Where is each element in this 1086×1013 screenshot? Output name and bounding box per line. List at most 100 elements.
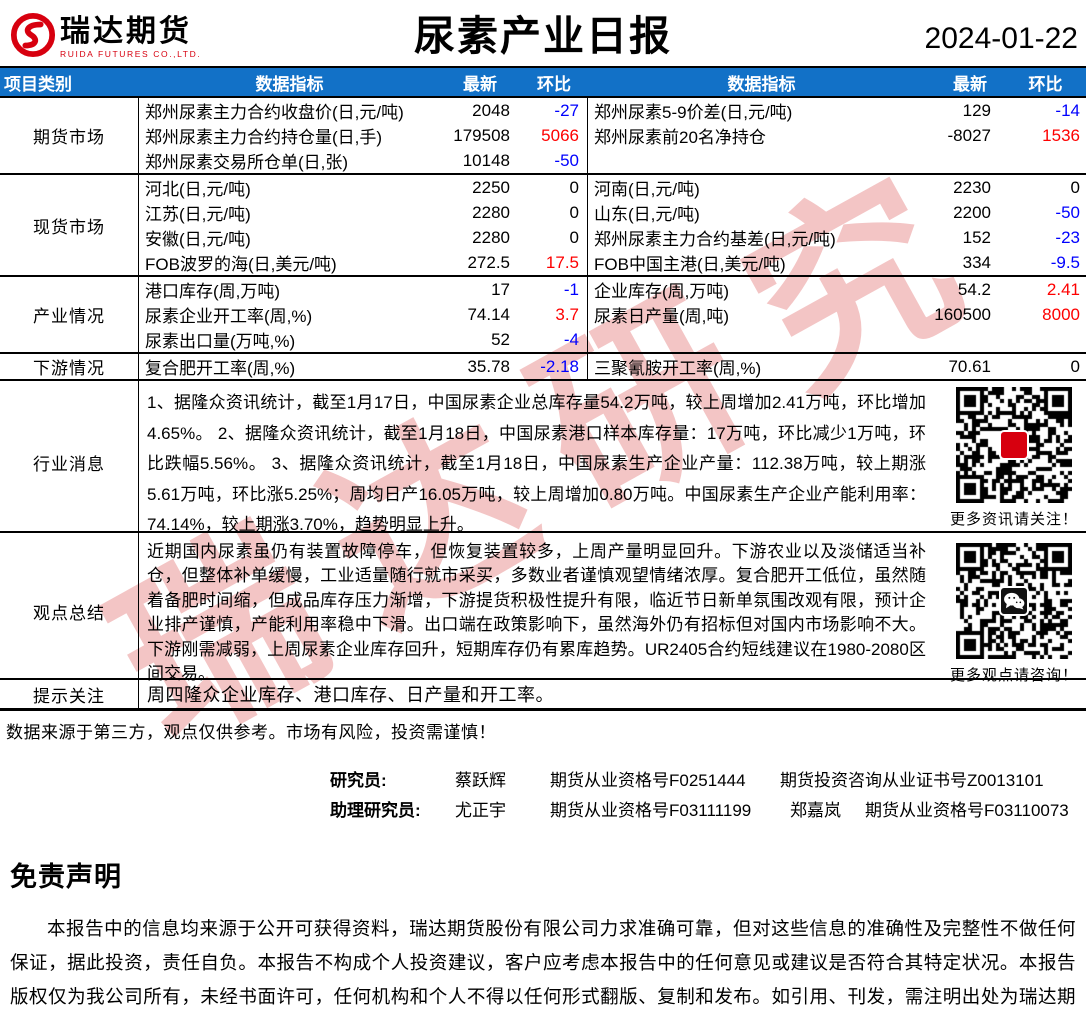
table-section-3: 下游情况复合肥开工率(周,%)35.78-2.18三聚氰胺开工率(周,%)70.… [0, 352, 1086, 379]
indicator-label: 郑州尿素前20名净持仓 [588, 123, 935, 148]
change-value: 0 [1005, 175, 1086, 200]
col-header-change-right: 环比 [1005, 68, 1086, 96]
latest-value: 10148 [440, 148, 520, 173]
col-header-latest-right: 最新 [935, 68, 1005, 96]
latest-value: 54.2 [935, 277, 1005, 302]
table-section-1: 现货市场河北(日,元/吨)22500河南(日,元/吨)22300江苏(日,元/吨… [0, 173, 1086, 275]
assistant-role: 助理研究员: [330, 796, 455, 821]
latest-value: 272.5 [440, 250, 520, 275]
logo-icon [10, 12, 56, 58]
researcher-cert-2: 期货投资咨询从业证书号Z0013101 [780, 766, 1044, 791]
change-value: 0 [520, 200, 588, 225]
assistant-name: 尤正宇 [455, 796, 550, 821]
change-value: 8000 [1005, 302, 1086, 327]
latest-value: 35.78 [440, 354, 520, 379]
industry-news-row: 行业消息 1、据隆众资讯统计，截至1月17日，中国尿素企业总库存量54.2万吨，… [0, 379, 1086, 531]
summary-qr-block: 更多观点请咨询！ [948, 543, 1080, 685]
latest-value: 2280 [440, 225, 520, 250]
category-label: 产业情况 [0, 277, 139, 352]
indicator-label [588, 148, 935, 173]
indicator-label: 尿素日产量(周,吨) [588, 302, 935, 327]
latest-value: 2200 [935, 200, 1005, 225]
assistant-name-2: 郑嘉岚 [790, 796, 865, 821]
viewpoint-summary-text: 近期国内尿素虽仍有装置故障停车，但恢复装置较多，上周产量明显回升。下游农业以及淡… [147, 540, 926, 686]
assistant-cert: 期货从业资格号F03111199 [550, 796, 790, 821]
news-qr-block: 更多资讯请关注！ [948, 387, 1080, 529]
industry-news-text: 1、据隆众资讯统计，截至1月17日，中国尿素企业总库存量54.2万吨，较上周增加… [147, 388, 926, 541]
indicator-label: 港口库存(周,万吨) [139, 277, 440, 302]
industry-news-cell: 1、据隆众资讯统计，截至1月17日，中国尿素企业总库存量54.2万吨，较上周增加… [139, 381, 1086, 545]
change-value [1005, 327, 1086, 352]
col-header-category: 项目类别 [0, 68, 139, 96]
report-page: 瑞达研究 瑞达期货 RUIDA FUTURES CO.,LTD. 尿素产业日报 … [0, 0, 1086, 1013]
indicator-label: FOB波罗的海(日,美元/吨) [139, 250, 440, 275]
disclaimer-heading: 免责声明 [10, 855, 1076, 894]
latest-value: 334 [935, 250, 1005, 275]
change-value [1005, 148, 1086, 173]
change-value: -50 [520, 148, 588, 173]
change-value: -2.18 [520, 354, 588, 379]
logo-brand-cn: 瑞达期货 [60, 15, 201, 49]
latest-value: 152 [935, 225, 1005, 250]
latest-value: 70.61 [935, 354, 1005, 379]
change-value: 0 [520, 175, 588, 200]
indicator-label: 企业库存(周,万吨) [588, 277, 935, 302]
indicator-label: 山东(日,元/吨) [588, 200, 935, 225]
latest-value: 2250 [440, 175, 520, 200]
latest-value: 2230 [935, 175, 1005, 200]
col-header-indicator-right: 数据指标 [588, 68, 935, 96]
disclaimer-section: 免责声明 本报告中的信息均来源于公开可获得资料，瑞达期货股份有限公司力求准确可靠… [0, 823, 1086, 1013]
latest-value: -8027 [935, 123, 1005, 148]
report-date: 2024-01-22 [925, 22, 1078, 56]
page-title: 尿素产业日报 [414, 2, 672, 62]
change-value: -1 [520, 277, 588, 302]
indicator-label: 郑州尿素主力合约持仓量(日,手) [139, 123, 440, 148]
change-value: -4 [520, 327, 588, 352]
col-header-change-left: 环比 [520, 68, 588, 96]
change-value: 0 [520, 225, 588, 250]
category-industry-news: 行业消息 [0, 381, 139, 545]
category-label: 下游情况 [0, 354, 139, 379]
researcher-role: 研究员: [330, 766, 455, 791]
indicator-label: 三聚氰胺开工率(周,%) [588, 354, 935, 379]
category-label: 期货市场 [0, 98, 139, 173]
wechat-icon [999, 586, 1029, 616]
indicator-label: FOB中国主港(日,美元/吨) [588, 250, 935, 275]
researcher-row-2: 助理研究员: 尤正宇 期货从业资格号F03111199 郑嘉岚 期货从业资格号F… [330, 793, 1086, 823]
news-qr-caption: 更多资讯请关注！ [948, 508, 1080, 529]
category-tips: 提示关注 [0, 680, 139, 708]
change-value: 3.7 [520, 302, 588, 327]
change-value: 2.41 [1005, 277, 1086, 302]
latest-value: 179508 [440, 123, 520, 148]
latest-value: 52 [440, 327, 520, 352]
indicator-label: 复合肥开工率(周,%) [139, 354, 440, 379]
latest-value: 129 [935, 98, 1005, 123]
viewpoint-summary-row: 观点总结 近期国内尿素虽仍有装置故障停车，但恢复装置较多，上周产量明显回升。下游… [0, 531, 1086, 678]
risk-footnote: 数据来源于第三方，观点仅供参考。市场有风险，投资需谨慎！ [0, 711, 1086, 743]
researcher-cert: 期货从业资格号F0251444 [550, 766, 780, 791]
latest-value [935, 327, 1005, 352]
disclaimer-body: 本报告中的信息均来源于公开可获得资料，瑞达期货股份有限公司力求准确可靠，但对这些… [10, 912, 1076, 1013]
latest-value: 2280 [440, 200, 520, 225]
table-column-header: 项目类别 数据指标 最新 环比 数据指标 最新 环比 [0, 66, 1086, 96]
change-value: -23 [1005, 225, 1086, 250]
indicator-label: 尿素企业开工率(周,%) [139, 302, 440, 327]
latest-value [935, 148, 1005, 173]
category-label: 现货市场 [0, 175, 139, 275]
viewpoint-summary-cell: 近期国内尿素虽仍有装置故障停车，但恢复装置较多，上周产量明显回升。下游农业以及淡… [139, 533, 1086, 690]
indicator-label: 郑州尿素主力合约收盘价(日,元/吨) [139, 98, 440, 123]
change-value: -27 [520, 98, 588, 123]
col-header-indicator-left: 数据指标 [139, 68, 440, 96]
researcher-name: 蔡跃辉 [455, 766, 550, 791]
change-value: -50 [1005, 200, 1086, 225]
change-value: 5066 [520, 123, 588, 148]
change-value: 0 [1005, 354, 1086, 379]
latest-value: 160500 [935, 302, 1005, 327]
col-header-latest-left: 最新 [440, 68, 520, 96]
change-value: -14 [1005, 98, 1086, 123]
latest-value: 17 [440, 277, 520, 302]
indicator-label: 河北(日,元/吨) [139, 175, 440, 200]
assistant-cert-2: 期货从业资格号F03110073 [865, 796, 1069, 821]
change-value: -9.5 [1005, 250, 1086, 275]
change-value: 1536 [1005, 123, 1086, 148]
